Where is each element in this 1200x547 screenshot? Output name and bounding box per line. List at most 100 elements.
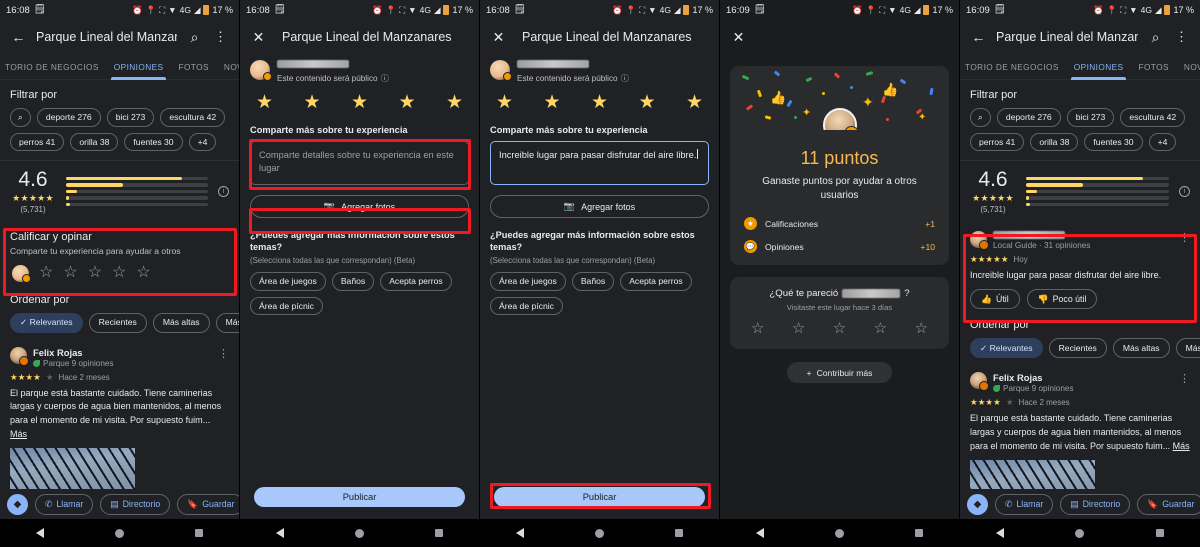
directory-button[interactable]: ▤ Directorio	[100, 493, 171, 515]
ask-star-4[interactable]: ☆	[874, 321, 887, 336]
directions-icon[interactable]: ◆	[7, 493, 28, 515]
ask-star-picker[interactable]: ☆ ☆ ☆ ☆ ☆	[740, 312, 939, 336]
tab-novedades[interactable]: NOVEDAD	[1183, 54, 1200, 80]
filter-chip-fuentes[interactable]: fuentes 30	[124, 132, 183, 152]
rate-star-4[interactable]: ☆	[112, 265, 126, 281]
info-icon[interactable]: ⓘ	[621, 72, 629, 84]
filter-chip-more[interactable]: +4	[188, 132, 217, 152]
filter-chip-deporte[interactable]: deporte 276	[36, 108, 101, 127]
compose-star-4[interactable]: ★	[398, 93, 415, 112]
rate-star-picker[interactable]: ☆ ☆ ☆ ☆ ☆	[10, 264, 229, 283]
order-chip-recientes[interactable]: Recientes	[1048, 338, 1107, 359]
publish-button[interactable]: Publicar	[494, 487, 705, 507]
directions-icon[interactable]: ◆	[967, 493, 988, 515]
nav-back-icon[interactable]	[755, 528, 764, 538]
contribute-more-button[interactable]: + Contribuir más	[787, 362, 892, 383]
tab-opiniones[interactable]: OPINIONES	[1070, 54, 1127, 80]
filter-search-icon[interactable]: ⌕	[10, 108, 31, 127]
helpful-button[interactable]: 👍 Útil	[970, 289, 1020, 310]
nav-back-icon[interactable]	[275, 528, 284, 538]
filter-search-icon[interactable]: ⌕	[970, 108, 991, 127]
review-more-link[interactable]: Más	[10, 429, 27, 439]
topic-chip-area-juegos[interactable]: Área de juegos	[250, 271, 326, 291]
compose-star-1[interactable]: ★	[256, 93, 273, 112]
add-photos-button[interactable]: 📷 Agregar fotos	[490, 195, 709, 218]
save-button[interactable]: 🔖 Guardar	[177, 493, 239, 515]
nav-recents-icon[interactable]	[675, 529, 684, 537]
nav-recents-icon[interactable]	[435, 529, 444, 537]
close-icon[interactable]: ✕	[490, 29, 507, 46]
review-textarea[interactable]: Increible lugar para pasar disfrutar del…	[490, 141, 709, 185]
tab-directorio[interactable]: TORIO DE NEGOCIOS	[964, 54, 1060, 80]
tab-opiniones[interactable]: OPINIONES	[110, 54, 167, 80]
nav-recents-icon[interactable]	[1156, 529, 1165, 537]
compose-star-2[interactable]: ★	[543, 93, 560, 112]
star-rating-picker[interactable]: ★ ★ ★ ★ ★	[480, 84, 719, 112]
nav-home-icon[interactable]	[834, 528, 844, 538]
compose-star-2[interactable]: ★	[303, 93, 320, 112]
info-icon[interactable]: ⓘ	[381, 72, 389, 84]
review-overflow-icon[interactable]: ⋮	[1179, 231, 1190, 244]
compose-star-5[interactable]: ★	[446, 93, 463, 112]
order-chip-recientes[interactable]: Recientes	[88, 312, 147, 333]
nav-recents-icon[interactable]	[915, 529, 924, 537]
rate-star-5[interactable]: ☆	[136, 265, 150, 281]
order-chip-mas-altas[interactable]: Más altas	[152, 312, 210, 333]
review-more-link[interactable]: Más	[1173, 441, 1190, 451]
compose-star-3[interactable]: ★	[591, 93, 608, 112]
filter-chip-bici[interactable]: bici 273	[106, 108, 155, 127]
overflow-menu-icon[interactable]: ⋮	[1173, 29, 1190, 46]
nav-recents-icon[interactable]	[195, 529, 204, 537]
compose-star-1[interactable]: ★	[496, 93, 513, 112]
rate-and-review-card[interactable]: Calificar y opinar Comparte tu experienc…	[0, 223, 239, 292]
not-helpful-button[interactable]: 👎 Poco útil	[1026, 289, 1098, 310]
topic-chip-area-juegos[interactable]: Área de juegos	[490, 271, 566, 291]
rate-star-2[interactable]: ☆	[63, 265, 77, 281]
filter-chip-deporte[interactable]: deporte 276	[996, 108, 1061, 127]
order-chip-relevantes[interactable]: ✓ Relevantes	[10, 312, 83, 333]
order-chip-mas-bajas[interactable]: Más ba	[1175, 338, 1200, 359]
back-arrow-icon[interactable]: ←	[10, 29, 27, 46]
search-icon[interactable]: ⌕	[1147, 29, 1164, 46]
tab-novedades[interactable]: NOVEDAD	[223, 54, 239, 80]
topic-chip-area-picnic[interactable]: Área de pícnic	[490, 296, 563, 316]
tab-directorio[interactable]: TORIO DE NEGOCIOS	[4, 54, 100, 80]
call-button[interactable]: ✆ Llamar	[35, 493, 94, 515]
star-rating-picker[interactable]: ★ ★ ★ ★ ★	[240, 84, 479, 112]
filter-chip-bici[interactable]: bici 273	[1066, 108, 1115, 127]
topic-chip-acepta-perros[interactable]: Acepta perros	[620, 271, 692, 291]
nav-home-icon[interactable]	[354, 528, 364, 538]
call-button[interactable]: ✆ Llamar	[995, 493, 1054, 515]
nav-back-icon[interactable]	[995, 528, 1004, 538]
ask-star-1[interactable]: ☆	[751, 321, 764, 336]
nav-back-icon[interactable]	[515, 528, 524, 538]
filter-chip-perros[interactable]: perros 41	[10, 132, 65, 152]
publish-button[interactable]: Publicar	[254, 487, 465, 507]
rate-star-3[interactable]: ☆	[88, 265, 102, 281]
tab-fotos[interactable]: FOTOS	[1137, 54, 1169, 80]
nav-back-icon[interactable]	[35, 528, 44, 538]
topic-chip-area-picnic[interactable]: Área de pícnic	[250, 296, 323, 316]
order-chip-mas-altas[interactable]: Más altas	[1112, 338, 1170, 359]
rate-star-1[interactable]: ☆	[39, 265, 53, 281]
add-photos-button[interactable]: 📷 Agregar fotos	[250, 195, 469, 218]
tab-fotos[interactable]: FOTOS	[177, 54, 209, 80]
nav-home-icon[interactable]	[114, 528, 124, 538]
ask-star-2[interactable]: ☆	[792, 321, 805, 336]
nav-home-icon[interactable]	[594, 528, 604, 538]
filter-chip-orilla[interactable]: orilla 38	[70, 132, 119, 152]
directory-button[interactable]: ▤ Directorio	[1060, 493, 1131, 515]
topic-chip-acepta-perros[interactable]: Acepta perros	[380, 271, 452, 291]
overflow-menu-icon[interactable]: ⋮	[212, 29, 229, 46]
nav-home-icon[interactable]	[1075, 528, 1085, 538]
order-chip-mas-bajas[interactable]: Más ba	[215, 312, 239, 333]
filter-chip-escultura[interactable]: escultura 42	[1120, 108, 1186, 127]
filter-chip-escultura[interactable]: escultura 42	[160, 108, 226, 127]
close-icon[interactable]: ✕	[250, 29, 267, 46]
filter-chip-fuentes[interactable]: fuentes 30	[1084, 132, 1143, 152]
review-textarea[interactable]: Comparte detalles sobre tu experiencia e…	[250, 141, 469, 185]
search-icon[interactable]: ⌕	[186, 29, 203, 46]
ask-star-5[interactable]: ☆	[915, 321, 928, 336]
info-icon[interactable]: i	[1179, 185, 1190, 197]
filter-chip-orilla[interactable]: orilla 38	[1030, 132, 1079, 152]
